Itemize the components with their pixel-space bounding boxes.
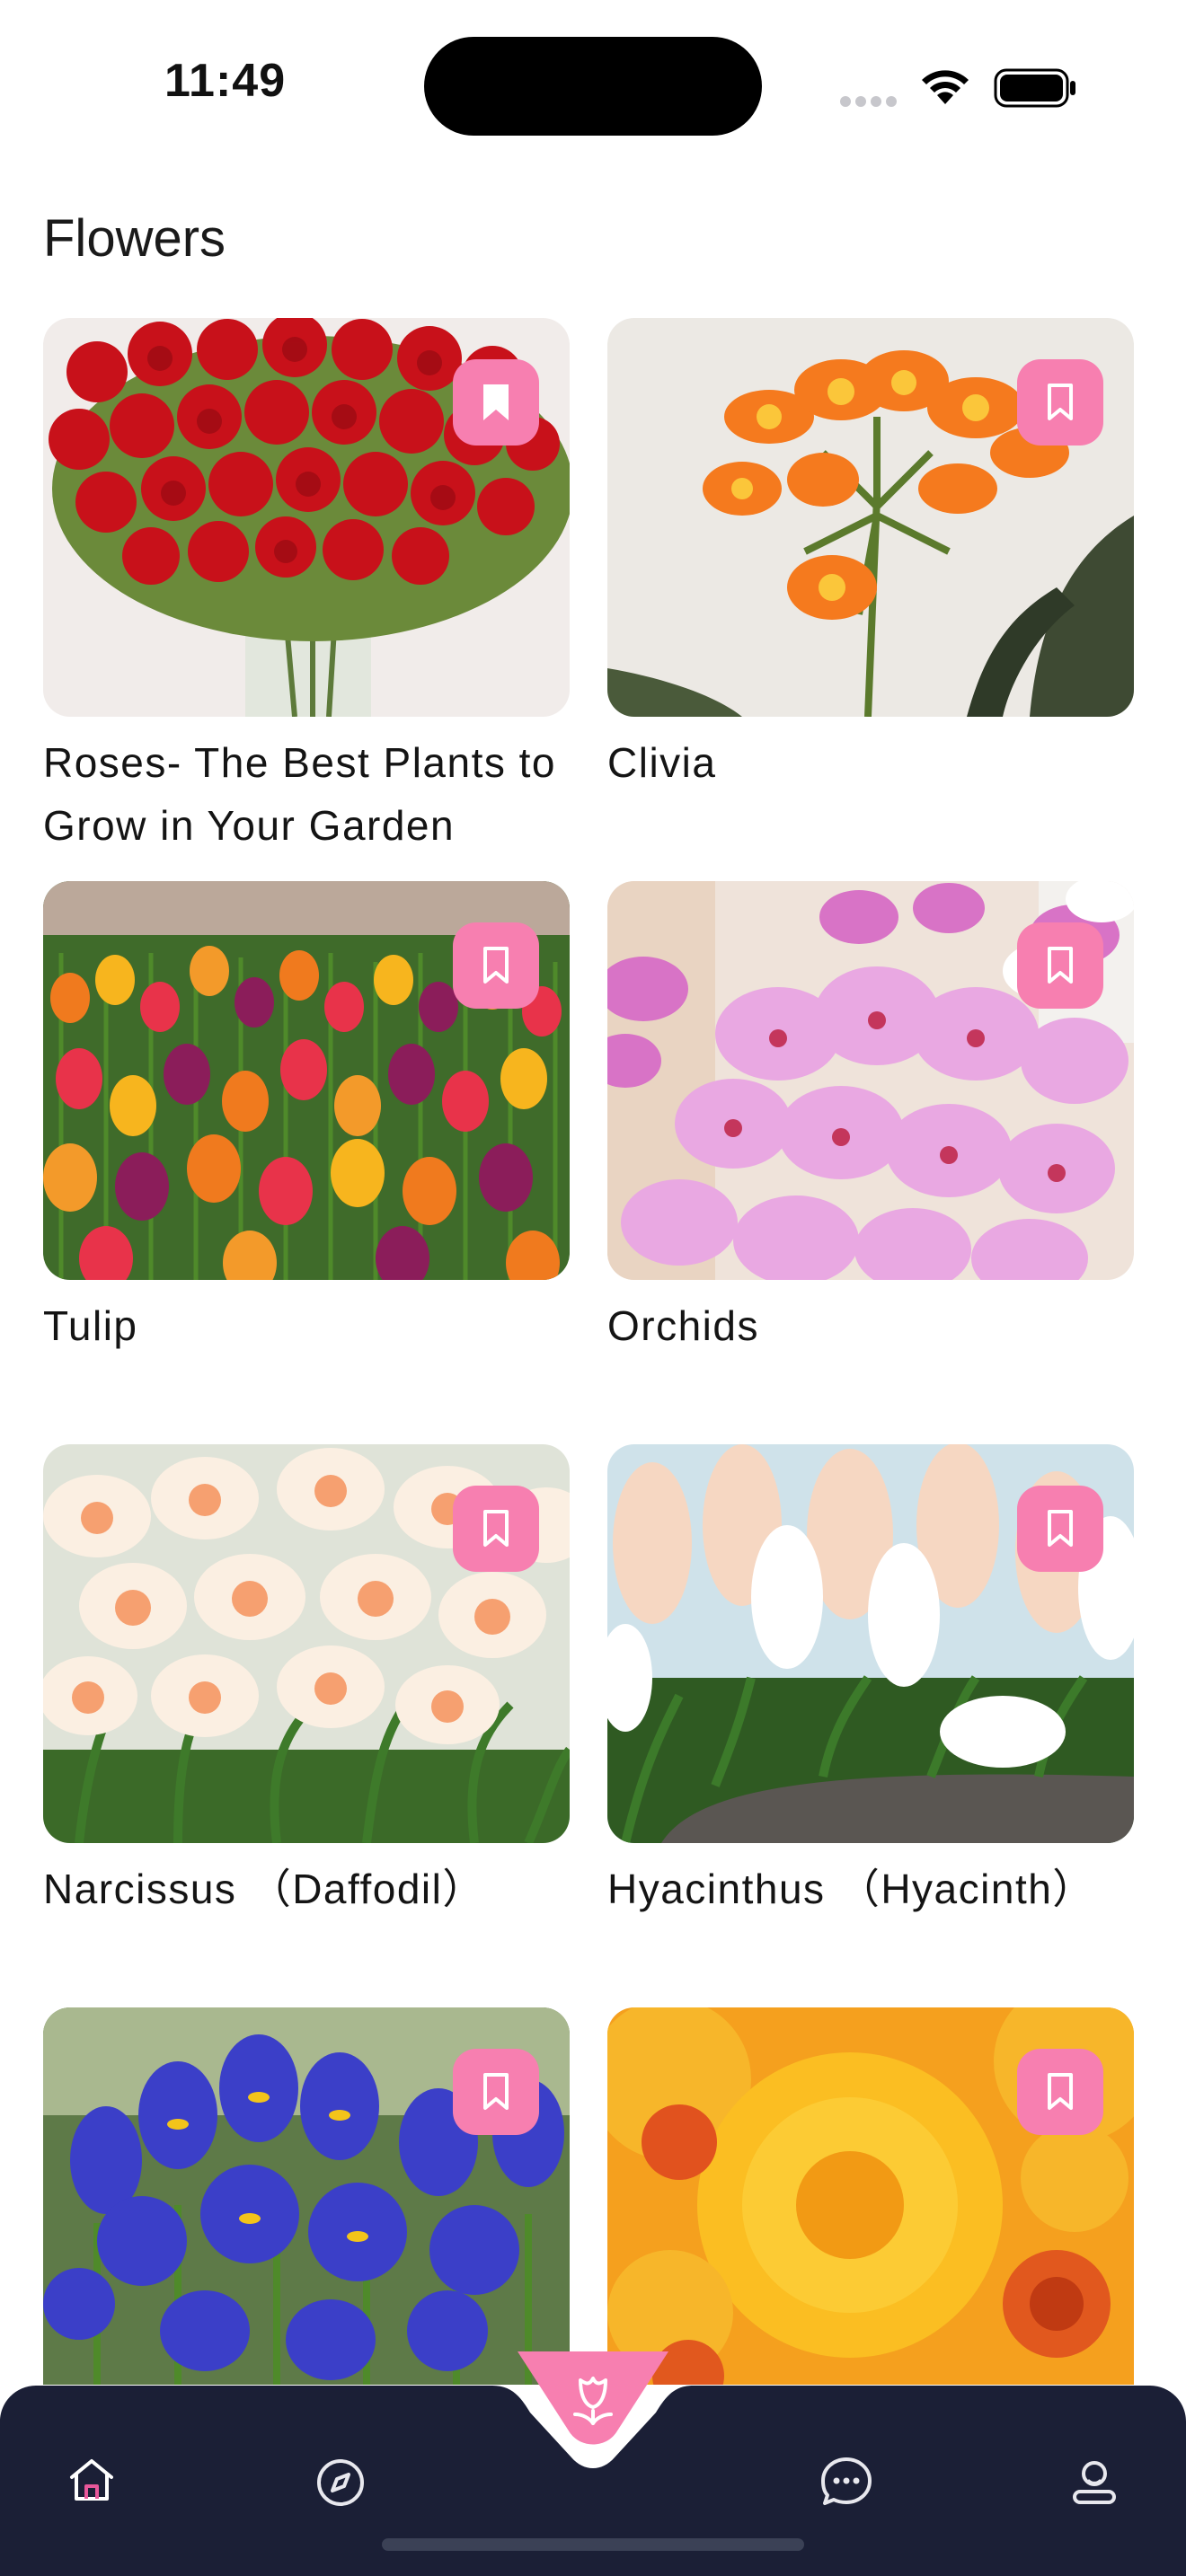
card-image[interactable] (43, 1444, 570, 1843)
bookmark-button[interactable] (453, 922, 539, 1009)
bookmark-outline-icon (1048, 947, 1073, 984)
bookmark-button[interactable] (1017, 359, 1103, 446)
card-title[interactable]: Clivia (607, 731, 1134, 794)
bookmark-outline-icon (483, 2073, 509, 2110)
bookmark-outline-icon (1048, 1510, 1073, 1547)
bookmark-button[interactable] (1017, 1486, 1103, 1572)
card-title[interactable]: Orchids (607, 1294, 1134, 1357)
flower-card-tulip[interactable]: Tulip (43, 881, 570, 1357)
card-image[interactable] (607, 2007, 1134, 2385)
card-title[interactable]: Narcissus （Daffodil） (43, 1857, 570, 1920)
cellular-signal-icon (840, 95, 901, 111)
flower-card-clivia[interactable]: Clivia (607, 318, 1134, 794)
flower-card-orchids[interactable]: Orchids (607, 881, 1134, 1357)
card-image[interactable] (607, 318, 1134, 717)
flower-card-hyacinthus[interactable]: Hyacinthus （Hyacinth） (607, 1444, 1134, 1920)
dynamic-island (424, 37, 762, 136)
bookmark-outline-icon (1048, 2073, 1073, 2110)
flower-card-roses[interactable]: Roses- The Best Plants to Grow in Your G… (43, 318, 570, 857)
card-image[interactable] (607, 1444, 1134, 1843)
wifi-icon (922, 70, 969, 104)
bookmark-button[interactable] (453, 359, 539, 446)
flower-card-iris[interactable] (43, 2007, 570, 2385)
card-image[interactable] (607, 881, 1134, 1280)
card-title[interactable]: Hyacinthus （Hyacinth） (607, 1857, 1134, 1920)
bookmark-outline-icon (483, 947, 509, 984)
card-image[interactable] (43, 2007, 570, 2385)
bookmark-filled-icon (483, 384, 509, 420)
bookmark-button[interactable] (453, 2049, 539, 2135)
card-image[interactable] (43, 318, 570, 717)
chat-icon[interactable] (818, 2454, 875, 2508)
flower-card-narcissus[interactable]: Narcissus （Daffodil） (43, 1444, 570, 1920)
battery-icon (994, 68, 1075, 108)
page-title: Flowers (43, 209, 226, 268)
status-bar: 11:49 (0, 0, 1186, 171)
bookmark-outline-icon (1048, 384, 1073, 420)
profile-icon[interactable] (1067, 2454, 1121, 2508)
bookmark-button[interactable] (453, 1486, 539, 1572)
bookmark-outline-icon (483, 1510, 509, 1547)
status-time: 11:49 (164, 55, 287, 107)
flower-card-chrysanthemum[interactable] (607, 2007, 1134, 2385)
bookmark-button[interactable] (1017, 922, 1103, 1009)
flower-tab-button[interactable] (518, 2351, 668, 2452)
card-image[interactable] (43, 881, 570, 1280)
bookmark-button[interactable] (1017, 2049, 1103, 2135)
home-icon[interactable] (65, 2454, 119, 2508)
compass-icon[interactable] (314, 2456, 367, 2510)
card-title[interactable]: Tulip (43, 1294, 570, 1357)
home-indicator[interactable] (382, 2538, 804, 2551)
card-title[interactable]: Roses- The Best Plants to Grow in Your G… (43, 731, 570, 857)
